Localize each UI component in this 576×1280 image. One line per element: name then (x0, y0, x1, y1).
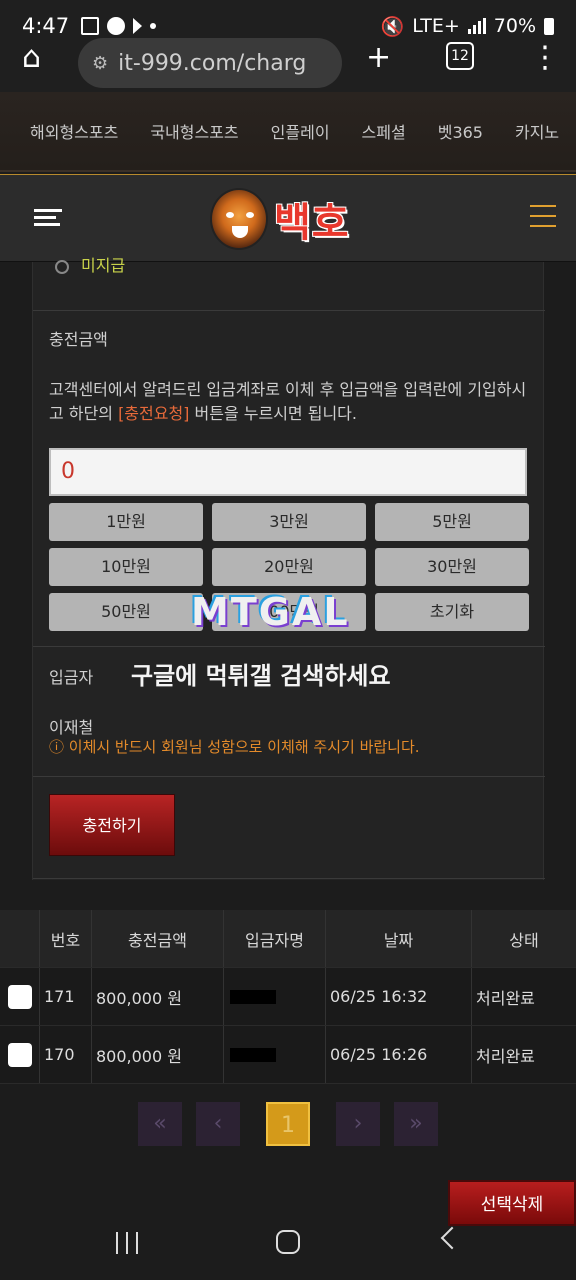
url-text: it-999.com/charg (118, 50, 307, 76)
amount-button-10k[interactable]: 1만원 (49, 503, 203, 541)
radio-icon[interactable] (55, 259, 69, 274)
amount-button-100k[interactable]: 10만원 (49, 548, 203, 586)
browser-toolbar: ⌂ ⚙ it-999.com/charg + 12 ⋮ (0, 38, 576, 92)
tiger-logo-icon (210, 188, 268, 250)
depositor-label: 입금자 (49, 668, 94, 687)
column-date: 날짜 (326, 910, 472, 967)
charge-submit-button[interactable]: 충전하기 (49, 794, 175, 856)
home-button-icon[interactable] (276, 1230, 300, 1254)
watermark-text: 구글에 먹튀갤 검색하세요 (131, 662, 391, 690)
masked-depositor (230, 1047, 276, 1062)
amount-button-500k[interactable]: 50만원 (49, 593, 203, 631)
amount-button-200k[interactable]: 20만원 (212, 548, 366, 586)
tab-switcher-button[interactable]: 12 (446, 42, 474, 70)
page-1-button[interactable]: 1 (266, 1102, 310, 1146)
prev-page-button[interactable]: ‹ (196, 1102, 240, 1146)
back-icon[interactable] (440, 1226, 464, 1250)
menu-icon[interactable] (34, 209, 62, 229)
url-field[interactable]: ⚙ it-999.com/charg (78, 38, 342, 88)
row-number: 170 (40, 1026, 92, 1083)
charge-form: 미지급 충전금액 고객센터에서 알려드린 입금계좌로 이체 후 입금액을 입력란… (32, 256, 545, 880)
nav-item-casino[interactable]: 카지노 (515, 119, 559, 143)
table-header: 번호 충전금액 입금자명 날짜 상태 (0, 910, 576, 968)
column-status: 상태 (509, 930, 539, 950)
side-menu-icon[interactable] (530, 205, 556, 229)
screen: 4:47 🔇 LTE+ 70% ⌂ ⚙ it-999.com/charg + 1… (0, 0, 576, 1280)
android-nav-bar (0, 1212, 576, 1280)
row-checkbox[interactable] (7, 1042, 32, 1067)
nav-item-inplay[interactable]: 인플레이 (271, 119, 330, 143)
row-date: 06/25 16:26 (326, 1026, 472, 1083)
status-time: 4:47 (22, 14, 70, 38)
reset-button[interactable]: 초기화 (375, 593, 529, 631)
battery-percent: 70% (493, 15, 536, 37)
row-amount: 800,000 원 (92, 1026, 224, 1083)
amount-input[interactable]: 0 (49, 448, 527, 496)
category-nav: 해외형스포츠 국내형스포츠 인플레이 스페셜 벳365 카지노 미 (0, 92, 576, 172)
watermark-logo: MTGAL (191, 590, 350, 634)
nav-item-bet365[interactable]: 벳365 (438, 119, 483, 143)
gallery-notification-icon (81, 17, 100, 35)
row-number: 171 (40, 968, 92, 1025)
masked-depositor (230, 989, 276, 1004)
table-row: 171 800,000 원 06/25 16:32 처리완료 (0, 968, 576, 1026)
signal-icon (467, 18, 486, 34)
nav-item-special[interactable]: 스페셜 (362, 119, 406, 143)
network-type: LTE+ (412, 15, 460, 37)
charge-request-highlight: [충전요청] (118, 404, 190, 423)
status-option[interactable]: 미지급 (55, 252, 125, 276)
charge-history-table: 번호 충전금액 입금자명 날짜 상태 171 800,000 원 06/25 1… (0, 910, 576, 1084)
amount-button-300k[interactable]: 30만원 (375, 548, 529, 586)
message-notification-icon (107, 17, 126, 35)
column-number: 번호 (40, 910, 92, 967)
amount-button-30k[interactable]: 3만원 (212, 503, 366, 541)
row-checkbox[interactable] (7, 984, 32, 1009)
select-column (0, 910, 40, 967)
recents-icon[interactable] (116, 1232, 138, 1254)
charge-instructions: 고객센터에서 알려드린 입금계좌로 이체 후 입금액을 입력란에 기입하시고 하… (49, 380, 527, 423)
last-page-button[interactable]: » (394, 1102, 438, 1146)
nav-item-overseas-sports[interactable]: 해외형스포츠 (30, 119, 118, 143)
site-header: 백호 (0, 174, 576, 262)
depositor-name: 이재철 (49, 718, 94, 737)
nav-item-domestic-sports[interactable]: 국내형스포츠 (150, 119, 238, 143)
transfer-notice: ⓘ 이체시 반드시 회원님 성함으로 이체해 주시기 바랍니다. (49, 738, 420, 756)
plus-icon[interactable]: + (366, 38, 391, 78)
row-amount: 800,000 원 (92, 968, 224, 1025)
site-info-icon[interactable]: ⚙ (92, 53, 108, 74)
amount-label: 충전금액 (49, 330, 108, 349)
pagination: « ‹ 1 › » (0, 1102, 576, 1148)
amount-button-50k[interactable]: 5만원 (375, 503, 529, 541)
table-row: 170 800,000 원 06/25 16:26 처리완료 (0, 1026, 576, 1084)
telegram-notification-icon (133, 18, 143, 34)
logo-text: 백호 (274, 200, 350, 246)
site-logo[interactable]: 백호 (210, 187, 350, 251)
home-icon[interactable]: ⌂ (22, 38, 41, 78)
battery-icon (544, 17, 554, 35)
row-status: 처리완료 (476, 988, 535, 1008)
first-page-button[interactable]: « (138, 1102, 182, 1146)
row-date: 06/25 16:32 (326, 968, 472, 1025)
column-amount: 충전금액 (92, 910, 224, 967)
more-vert-icon[interactable]: ⋮ (530, 38, 560, 78)
row-status: 처리완료 (476, 1046, 535, 1066)
column-depositor: 입금자명 (224, 910, 326, 967)
more-notifications-icon (150, 23, 157, 29)
next-page-button[interactable]: › (336, 1102, 380, 1146)
mute-icon: 🔇 (380, 15, 405, 38)
